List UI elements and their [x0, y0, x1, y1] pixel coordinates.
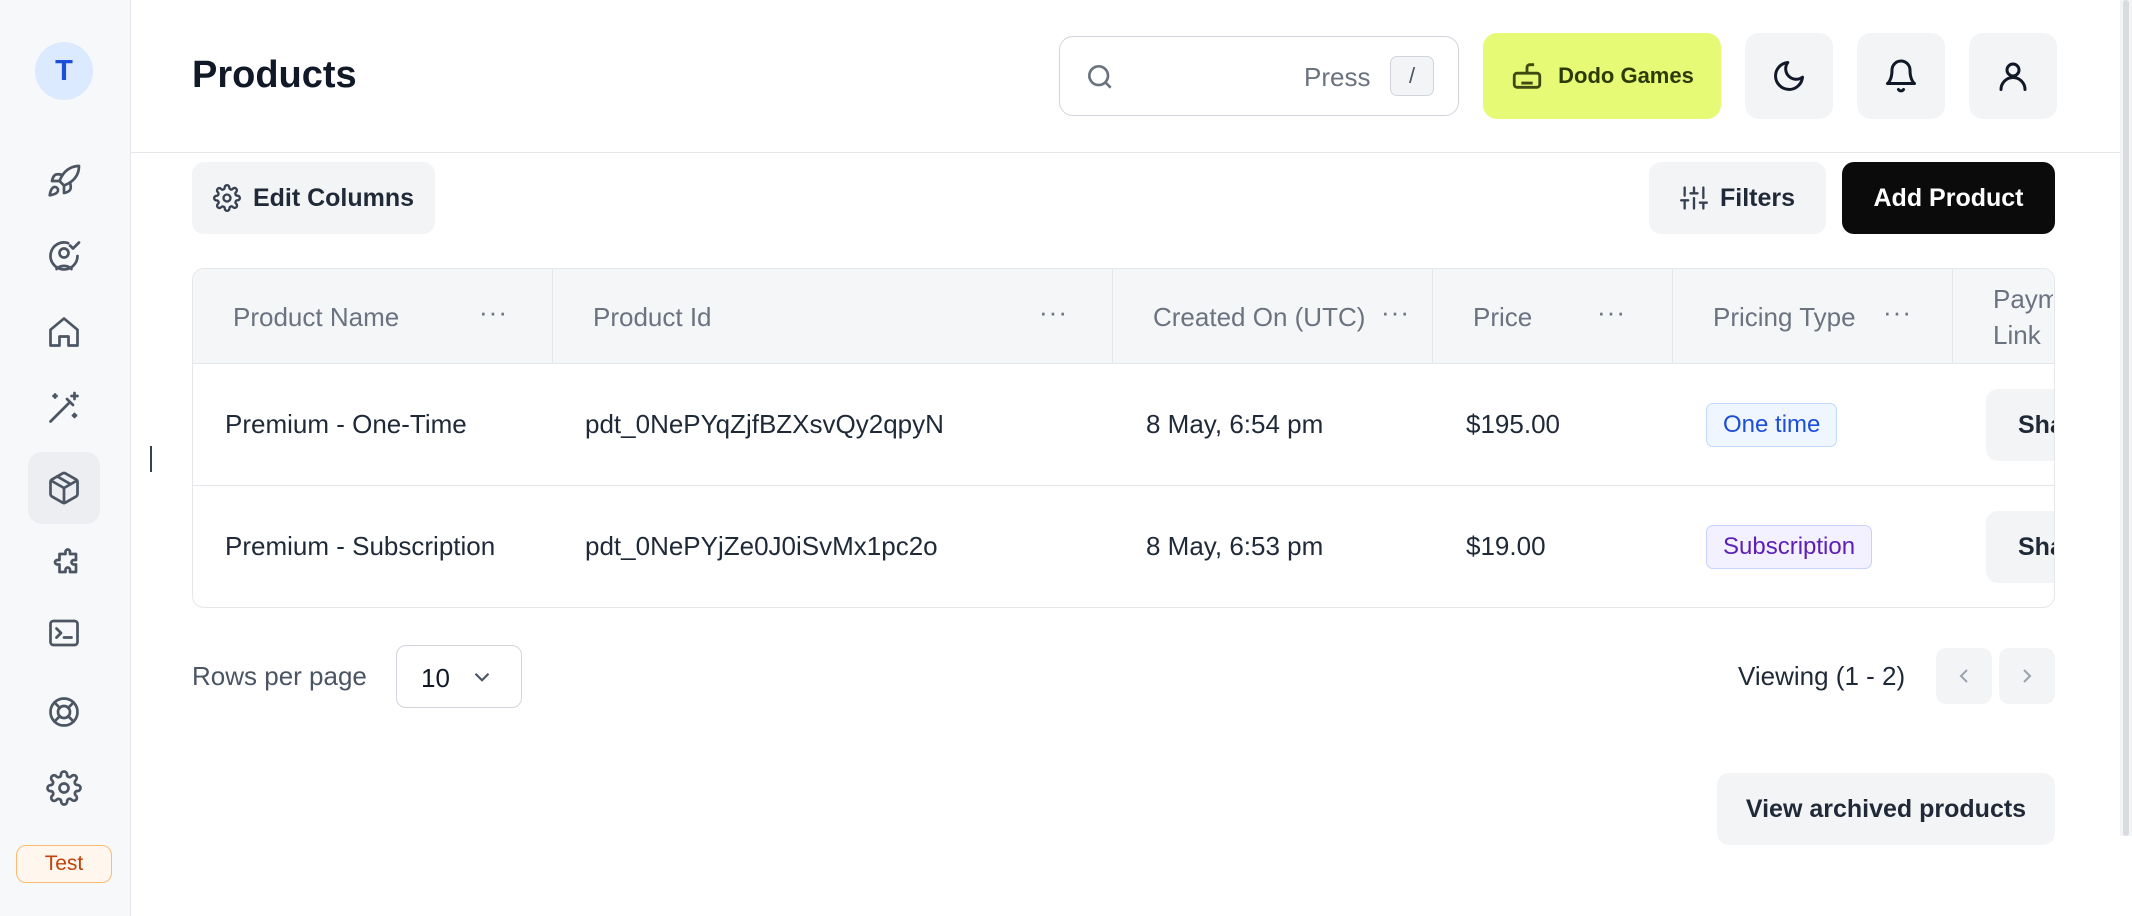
sidebar: T Test — [0, 0, 131, 916]
workspace-avatar[interactable]: T — [35, 42, 93, 100]
sidebar-item-products[interactable] — [28, 452, 100, 524]
app-root: T Test Products Press / Dodo Games Edit … — [0, 0, 2132, 916]
product-name-cell: Premium - Subscription — [225, 531, 496, 561]
price-cell: $19.00 — [1466, 531, 1546, 561]
column-header-product-name[interactable]: Product Name ··· — [193, 269, 553, 364]
share-link-button[interactable]: Sha — [1986, 511, 2054, 583]
sidebar-item-home[interactable] — [28, 296, 100, 368]
rows-per-page-select[interactable]: 10 — [396, 645, 522, 708]
previous-page-button[interactable] — [1936, 648, 1992, 704]
search-shortcut-key: / — [1390, 56, 1434, 96]
moon-icon — [1774, 61, 1804, 91]
user-icon — [1999, 62, 2027, 91]
rocket-icon — [48, 164, 81, 197]
business-switcher-button[interactable]: Dodo Games — [1483, 33, 1721, 119]
created-on-cell: 8 May, 6:53 pm — [1146, 531, 1324, 561]
edit-columns-button[interactable]: Edit Columns — [192, 162, 435, 234]
filters-button[interactable]: Filters — [1649, 162, 1826, 234]
text-cursor — [150, 446, 152, 472]
puzzle-icon — [53, 548, 78, 574]
business-name: Dodo Games — [1558, 63, 1694, 88]
next-page-button[interactable] — [1999, 648, 2055, 704]
column-header-product-id[interactable]: Product Id ··· — [553, 269, 1113, 364]
share-link-button[interactable]: Sha — [1986, 389, 2054, 461]
sliders-icon — [1679, 186, 1708, 210]
sidebar-item-customers[interactable] — [28, 220, 100, 292]
column-header-price[interactable]: Price ··· — [1433, 269, 1673, 364]
product-id-cell: pdt_0NePYjZe0J0iSvMx1pc2o — [585, 531, 938, 561]
pricing-type-badge: Subscription — [1706, 525, 1873, 569]
column-label: Product Id — [593, 302, 712, 332]
test-mode-badge[interactable]: Test — [16, 845, 112, 883]
product-id-cell: pdt_0NePYqZjfBZXsvQy2qpyN — [585, 409, 944, 439]
rows-per-page-value: 10 — [421, 663, 450, 693]
column-label: Pricing Type — [1713, 302, 1856, 332]
table-row[interactable]: Premium - One-Time pdt_0NePYqZjfBZXsvQy2… — [193, 364, 2054, 486]
sidebar-item-support[interactable] — [28, 676, 100, 748]
profile-button[interactable] — [1969, 33, 2057, 119]
page-scrollbar[interactable] — [2120, 0, 2132, 836]
products-table: Product Name ··· Product Id ··· Created … — [192, 268, 2055, 608]
pagination-range-text: Viewing (1 - 2) — [1738, 661, 1906, 691]
theme-toggle-button[interactable] — [1745, 33, 1833, 119]
table-row[interactable]: Premium - Subscription pdt_0NePYjZe0J0iS… — [193, 486, 2054, 607]
view-archived-products-button[interactable]: View archived products — [1717, 773, 2055, 845]
edit-columns-label: Edit Columns — [252, 183, 415, 212]
created-on-cell: 8 May, 6:54 pm — [1146, 409, 1324, 439]
column-menu-icon[interactable]: ··· — [1039, 297, 1068, 328]
gear-icon — [212, 184, 241, 212]
search-icon — [1088, 65, 1112, 89]
magic-wand-icon — [49, 391, 79, 423]
box-icon — [49, 471, 79, 505]
page-title: Products — [192, 54, 357, 96]
gear-icon — [46, 770, 82, 806]
rows-per-page-label: Rows per page — [192, 661, 367, 691]
lifebuoy-icon — [49, 697, 79, 727]
column-header-payment-link[interactable]: Paym Link — [1953, 269, 2054, 364]
sidebar-item-settings[interactable] — [28, 752, 100, 824]
price-cell: $195.00 — [1466, 409, 1560, 439]
product-name-cell: Premium - One-Time — [225, 409, 467, 439]
sidebar-item-developer[interactable] — [28, 597, 100, 669]
column-menu-icon[interactable]: ··· — [1597, 297, 1626, 328]
pricing-type-badge: One time — [1706, 403, 1838, 447]
chevron-left-icon — [1959, 669, 1968, 683]
column-label: Product Name — [233, 302, 400, 332]
terminal-icon — [49, 619, 79, 647]
search-shortcut-hint: Press — [1304, 62, 1371, 92]
notifications-button[interactable] — [1857, 33, 1945, 119]
column-header-created-on[interactable]: Created On (UTC) ··· — [1113, 269, 1433, 364]
scrollbar-thumb[interactable] — [2123, 0, 2129, 836]
column-label: Created On (UTC) — [1153, 302, 1366, 332]
column-menu-icon[interactable]: ··· — [1883, 297, 1912, 328]
filters-label: Filters — [1719, 183, 1796, 212]
chevron-right-icon — [2023, 669, 2032, 683]
sidebar-item-magic[interactable] — [28, 372, 100, 444]
bell-icon — [1886, 59, 1916, 93]
chevron-down-icon — [474, 672, 490, 682]
page-header: Products Press / Dodo Games — [131, 0, 2120, 153]
user-check-icon — [49, 241, 81, 271]
column-menu-icon[interactable]: ··· — [479, 297, 508, 328]
column-header-pricing-type[interactable]: Pricing Type ··· — [1673, 269, 1953, 364]
sidebar-item-integrations[interactable] — [28, 527, 100, 599]
column-menu-icon[interactable]: ··· — [1381, 297, 1410, 328]
table-header: Product Name ··· Product Id ··· Created … — [193, 269, 2054, 364]
add-product-button[interactable]: Add Product — [1842, 162, 2055, 234]
keyboard-icon — [1512, 63, 1542, 89]
column-label: Price — [1473, 302, 1533, 332]
sidebar-item-getting-started[interactable] — [28, 145, 100, 217]
search-input[interactable]: Press / — [1059, 36, 1459, 116]
home-icon — [49, 317, 79, 347]
column-label: Paym Link — [1993, 284, 2053, 350]
